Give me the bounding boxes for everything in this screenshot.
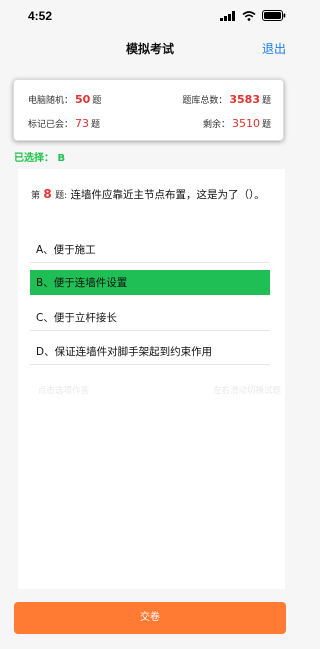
stat-marked-unit: 题 [91,120,101,130]
question-body: 连墙件应靠近主节点布置，这是为了（）。 [70,189,265,201]
question-number: 8 [43,187,52,201]
stat-remaining-unit: 题 [261,120,271,130]
stat-total-unit: 题 [261,96,271,106]
stat-remaining: 剩余： 3510 题 [203,117,271,132]
stat-marked-label: 标记已会： [28,120,74,130]
option-a[interactable]: A、便于施工 [30,237,270,263]
hint-tap-to-answer: 点击选项作答 [38,386,90,396]
status-icons [220,10,286,21]
wifi-icon [242,10,256,21]
page-title: 模拟考试 [125,42,174,56]
stat-marked: 标记已会： 73 题 [28,117,100,132]
stat-random-label: 电脑随机： [28,96,74,106]
selected-status: 已选择： B [14,153,66,164]
stat-total: 题库总数： 3583 题 [182,93,271,108]
submit-button[interactable]: 交卷 [14,602,286,634]
stat-marked-value: 73 [75,117,90,130]
question-prefix: 第 [31,191,41,201]
stat-total-label: 题库总数： [182,96,228,106]
stat-total-value: 3583 [229,93,260,106]
stat-random-unit: 题 [92,96,102,106]
option-d[interactable]: D、保证连墙件对脚手架起到约束作用 [30,339,270,365]
stat-remaining-label: 剩余： [202,120,230,130]
status-bar: 4:52 [0,0,300,32]
signal-icon [220,10,235,21]
stat-random-value: 50 [75,93,91,106]
option-b[interactable]: B、便于连墙件设置 [30,270,270,296]
question-suffix: 题: [55,191,68,201]
stat-random: 电脑随机： 50 题 [28,93,101,108]
option-c[interactable]: C、便于立杆接长 [30,305,270,331]
stats-card: 电脑随机： 50 题 题库总数： 3583 题 标记已会： 73 题 剩余： 3510 题 [13,79,284,141]
battery-icon [262,10,286,21]
stat-remaining-value: 3510 [231,117,260,130]
nav-bar: 模拟考试 退出 [0,32,300,64]
status-time: 4:52 [28,9,53,23]
hint-swipe: 左右滑动切换试题 [212,386,281,396]
question-text: 第 8 题: 连墙件应靠近主节点布置，这是为了（）。 [31,186,271,205]
exit-button[interactable]: 退出 [262,40,286,57]
question-card: 第 8 题: 连墙件应靠近主节点布置，这是为了（）。 A、便于施工 B、便于连墙… [18,169,285,589]
